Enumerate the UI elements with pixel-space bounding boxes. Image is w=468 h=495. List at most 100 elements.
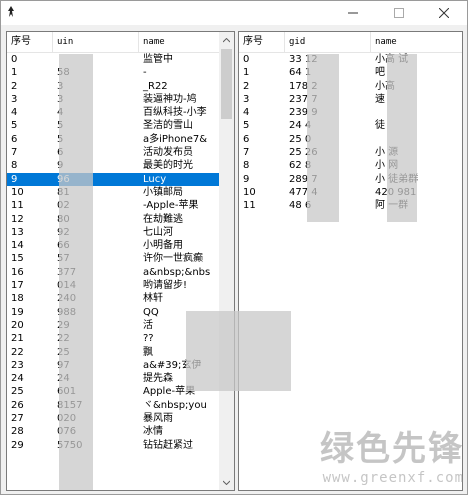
table-row[interactable]: 18240林轩 [7, 292, 219, 305]
table-cell: 13 [11, 226, 24, 238]
user-list-scrollbar[interactable] [219, 32, 234, 490]
table-row[interactable]: 725 26小 源 [239, 146, 462, 159]
table-row[interactable]: 1 64 1吧 [239, 66, 462, 79]
table-cell: ヾ&nbsp;you [143, 399, 207, 411]
chevron-up-icon [223, 37, 230, 42]
table-row[interactable]: 1466小明备用 [7, 239, 219, 252]
table-row[interactable]: 23_R22 [7, 80, 219, 93]
table-row[interactable]: 1557许你一世疯癫 [7, 252, 219, 265]
table-row[interactable]: 76活动发布员 [7, 146, 219, 159]
table-cell: 12 [11, 213, 24, 225]
censor-mosaic [387, 54, 417, 222]
close-icon [439, 8, 449, 18]
table-row[interactable]: 1280在劫難逃 [7, 213, 219, 226]
table-row[interactable]: 996Lucy [7, 172, 219, 186]
column-header-name[interactable]: name [371, 32, 462, 52]
table-row[interactable]: 295750钻钻赶紧过 [7, 439, 219, 452]
table-cell: 2 [243, 80, 250, 92]
table-cell: 9 [11, 173, 18, 185]
table-row[interactable]: 158- [7, 66, 219, 79]
table-cell: 24 [11, 373, 24, 385]
table-cell: 许你一世疯癫 [143, 253, 203, 265]
maximize-icon [394, 8, 404, 18]
table-cell: 29 [11, 439, 24, 451]
column-header-index[interactable]: 序号 [7, 32, 53, 52]
table-row[interactable]: 10477 4420 981 [239, 186, 462, 199]
user-list-panel[interactable]: 序号 uin name 0监管中158-23_R2233装逼神功-鸠44百纵科技… [6, 31, 235, 491]
column-header-index[interactable]: 序号 [239, 32, 285, 52]
table-row[interactable]: 17014哟请留步! [7, 279, 219, 292]
censor-mosaic [59, 54, 93, 490]
table-cell: 14 [11, 240, 24, 252]
table-cell: 冰情 [143, 426, 163, 438]
table-cell: 16 [11, 266, 24, 278]
group-list-header: 序号 gid name [239, 32, 462, 53]
table-cell: 小明备用 [143, 240, 183, 252]
table-row[interactable]: 3 237 7速 [239, 93, 462, 106]
table-cell: 26 [11, 399, 24, 411]
table-cell: 17 [11, 280, 24, 292]
table-cell: 5 [11, 120, 18, 132]
table-cell: -Apple-苹果 [143, 200, 199, 212]
table-cell: 19 [11, 306, 24, 318]
censor-mosaic [186, 311, 291, 391]
table-row[interactable]: 27020暴风雨 [7, 412, 219, 425]
table-row[interactable]: 1081小镇邮局 [7, 186, 219, 199]
table-row[interactable]: 65a多iPhone7& [7, 133, 219, 146]
table-row[interactable]: 0 监管中 [7, 53, 219, 66]
app-window: 序号 uin name 0监管中158-23_R2233装逼神功-鸠44百纵科技… [0, 0, 468, 495]
table-row[interactable]: 033 12小高 试 [239, 53, 462, 66]
column-header-uin[interactable]: uin [53, 32, 139, 52]
table-row[interactable]: 2 178 2 小高 [239, 80, 462, 93]
maximize-button[interactable] [376, 1, 422, 25]
table-cell: 7 [11, 147, 18, 159]
table-cell: 23 [11, 359, 24, 371]
column-header-gid[interactable]: gid [285, 32, 371, 52]
table-cell: 25 [11, 386, 24, 398]
column-header-name[interactable]: name [139, 32, 219, 52]
table-cell: 4 [11, 107, 18, 119]
table-row[interactable]: 33装逼神功-鸠 [7, 93, 219, 106]
table-cell: 小镇邮局 [143, 186, 183, 198]
table-cell: 百纵科技-小李 [143, 107, 207, 119]
table-cell: 3 [11, 93, 18, 105]
censor-mosaic [307, 54, 339, 222]
table-row[interactable]: 5 24 4徒 [239, 119, 462, 132]
table-cell: 27 [11, 413, 24, 425]
table-row[interactable]: 862 8小 网 [239, 159, 462, 172]
table-row[interactable]: 4 239 9 [239, 106, 462, 119]
table-cell: 暴风雨 [143, 413, 173, 425]
scroll-down-button[interactable] [219, 474, 234, 490]
table-cell: 1 [11, 67, 18, 79]
table-row[interactable]: 55圣洁的雪山 [7, 119, 219, 132]
table-cell: 哟请留步! [143, 280, 188, 292]
scroll-up-button[interactable] [219, 32, 234, 48]
minimize-button[interactable] [330, 1, 376, 25]
table-row[interactable]: 1148 6阿 一群 [239, 199, 462, 212]
table-cell: 8 [11, 160, 18, 172]
table-row[interactable]: 89最美的时光 [7, 159, 219, 172]
table-cell: 钻钻赶紧过 [143, 439, 193, 451]
table-row[interactable]: 28076冰情 [7, 425, 219, 438]
table-cell: 2 [11, 80, 18, 92]
scroll-thumb[interactable] [221, 49, 232, 119]
close-button[interactable] [421, 1, 467, 25]
title-bar[interactable] [1, 1, 467, 25]
table-row[interactable]: 16377a&nbsp;&nbs [7, 266, 219, 279]
group-list-rows: 033 12小高 试164 1吧2178 2小高3237 7速4239 9524… [239, 53, 462, 213]
table-row[interactable]: 1102-Apple-苹果 [7, 199, 219, 212]
table-row[interactable]: 1392七山河 [7, 226, 219, 239]
table-row[interactable]: 44百纵科技-小李 [7, 106, 219, 119]
table-cell: 3 [243, 93, 250, 105]
table-cell: 15 [11, 253, 24, 265]
table-cell: 5 [243, 120, 250, 132]
table-cell: 4 [243, 107, 250, 119]
watermark-logo: 绿色先锋 www.greenxf.com [284, 421, 464, 491]
table-cell: 最美的时光 [143, 160, 193, 172]
table-row[interactable]: 9289 7小 徒弟群 [239, 173, 462, 186]
minimize-icon [348, 12, 358, 14]
table-row[interactable]: 268157ヾ&nbsp;you [7, 399, 219, 412]
table-cell: 10 [243, 186, 256, 198]
table-row[interactable]: 6 25 0 [239, 133, 462, 146]
table-cell: 6 [11, 133, 18, 145]
